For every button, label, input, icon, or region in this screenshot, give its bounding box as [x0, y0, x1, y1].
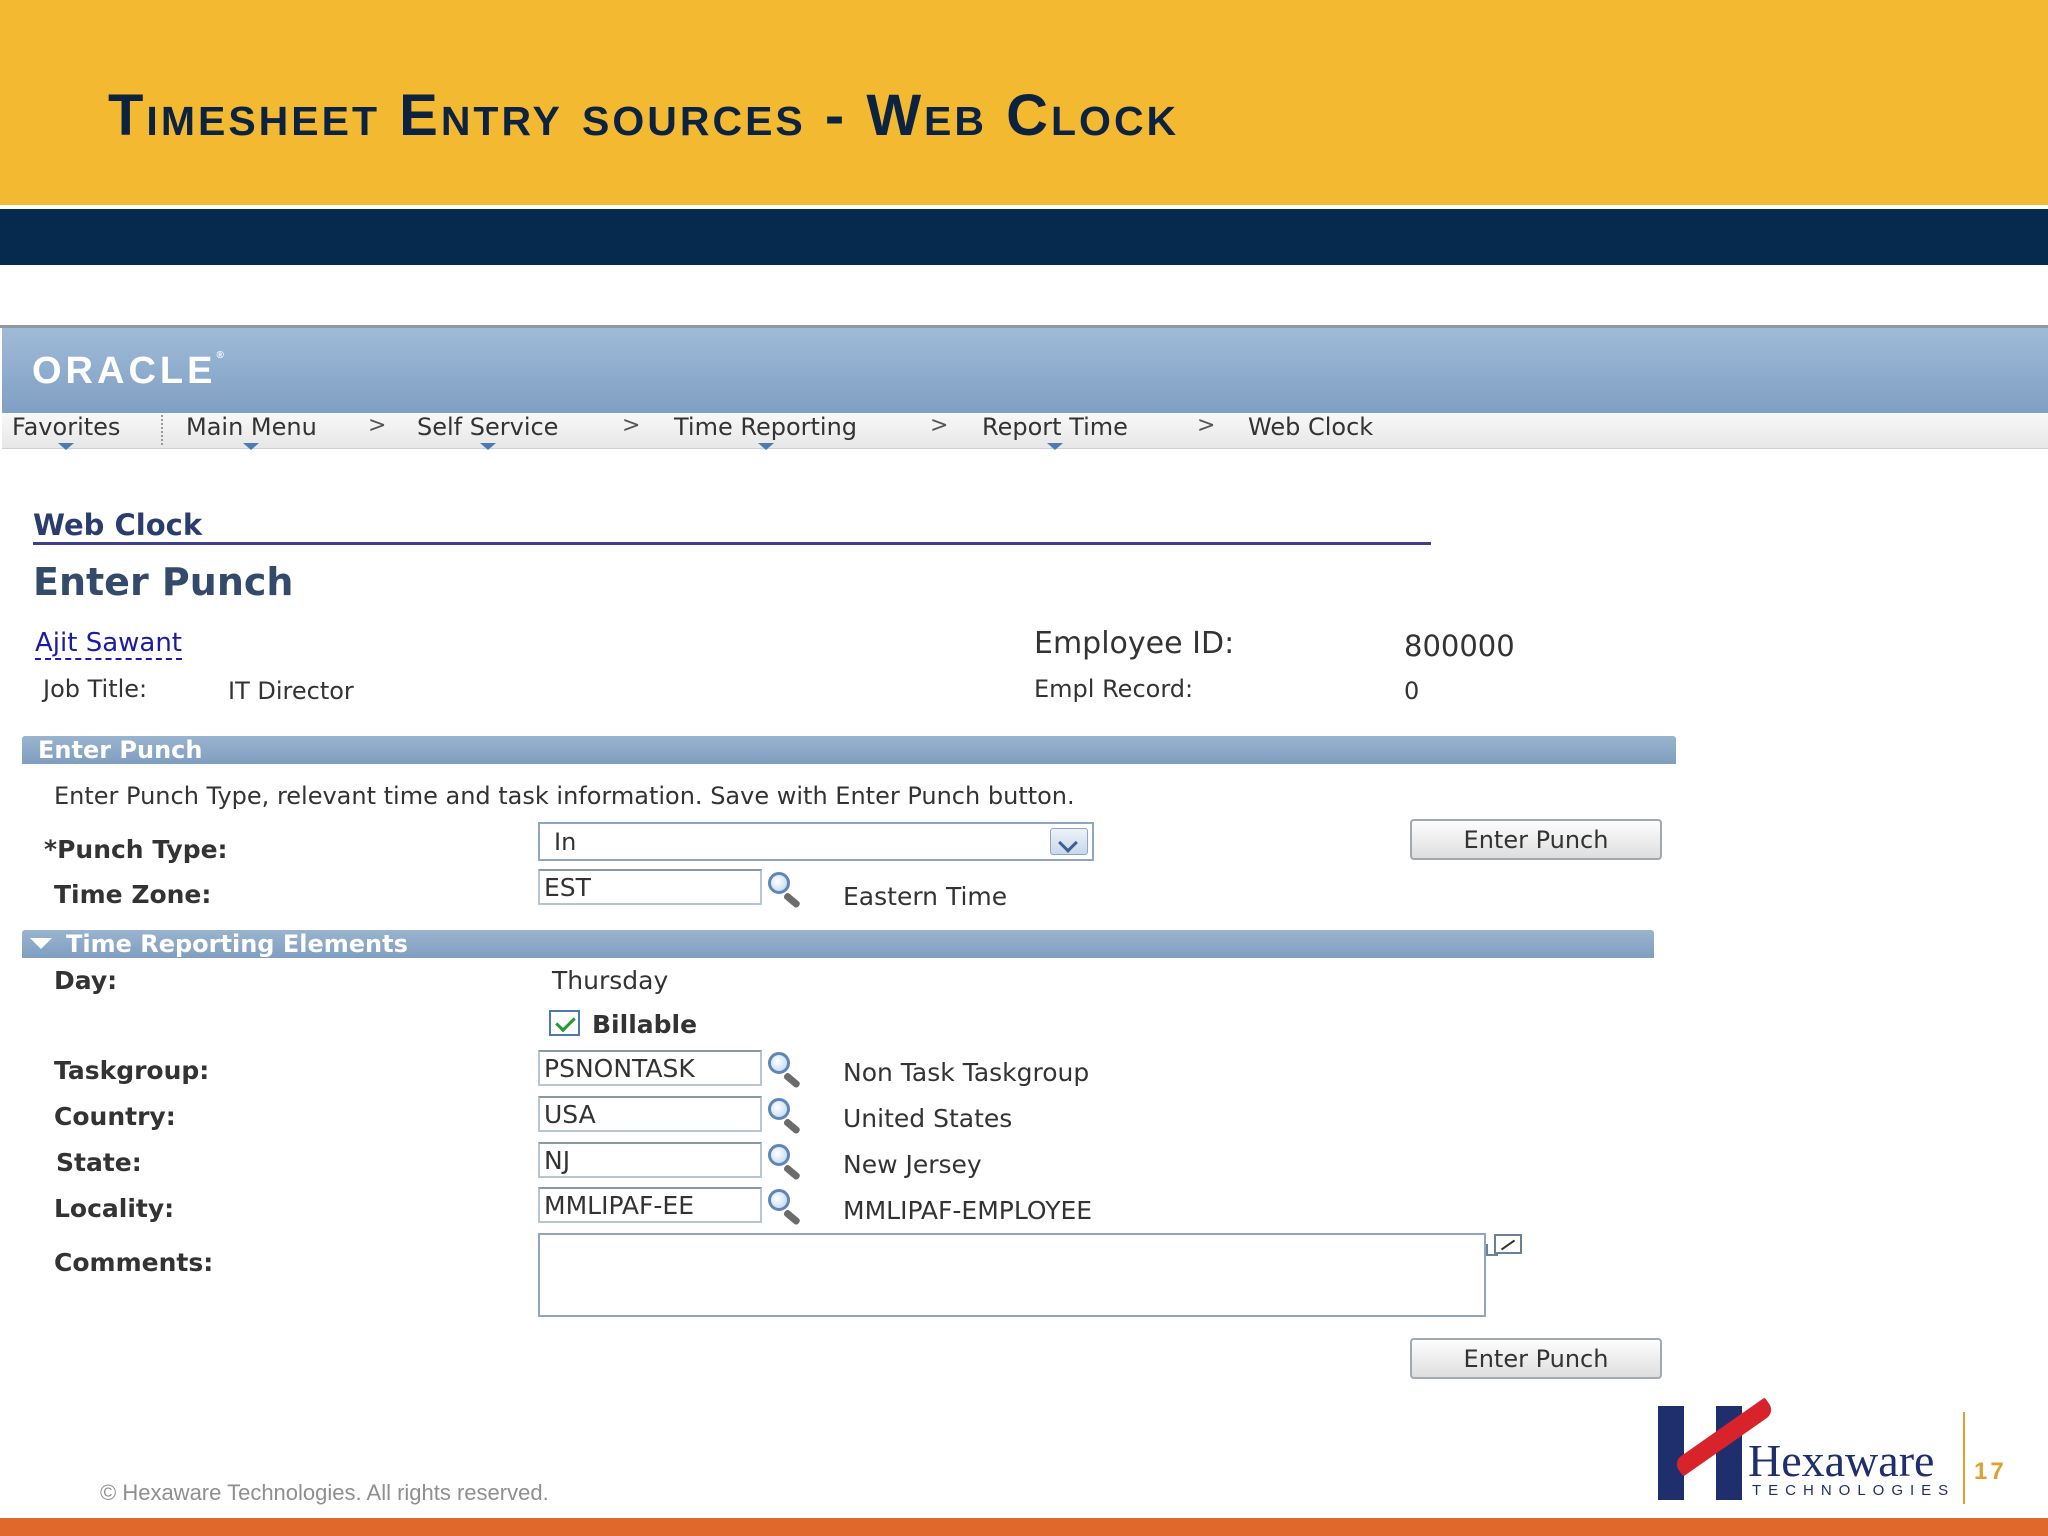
empl-record-value: 0	[1404, 677, 1420, 705]
billable-label: Billable	[592, 1010, 698, 1039]
employee-name-link[interactable]: Ajit Sawant	[35, 628, 182, 660]
job-title-value: IT Director	[228, 677, 354, 705]
chevron-down-icon	[757, 443, 774, 450]
day-label: Day:	[54, 966, 118, 995]
expand-icon[interactable]	[1486, 1234, 1524, 1256]
time-zone-description: Eastern Time	[843, 882, 1008, 911]
state-label: State:	[56, 1148, 142, 1177]
chevron-down-icon	[479, 443, 496, 450]
logo-divider	[1963, 1412, 1965, 1504]
country-label: Country:	[54, 1102, 176, 1131]
slide-title: Timesheet Entry sources - Web Clock	[108, 83, 1180, 148]
punch-type-label: *Punch Type:	[44, 835, 228, 864]
enter-punch-bottom-button[interactable]: Enter Punch	[1410, 1338, 1662, 1379]
lookup-icon[interactable]	[766, 1096, 806, 1135]
taskgroup-label: Taskgroup:	[54, 1056, 210, 1085]
chevron-down-icon	[243, 443, 260, 450]
nav-main-menu[interactable]: Main Menu	[186, 413, 317, 450]
lookup-icon[interactable]	[766, 1050, 806, 1089]
empl-record-label: Empl Record:	[1034, 675, 1194, 703]
state-input[interactable]: NJ	[538, 1142, 762, 1178]
locality-label: Locality:	[54, 1194, 175, 1223]
collapse-arrow-icon[interactable]	[30, 938, 52, 949]
lookup-icon[interactable]	[766, 870, 806, 909]
comments-label: Comments:	[54, 1248, 214, 1277]
hexaware-logo: Hexaware TECHNOLOGIES	[1658, 1397, 1968, 1504]
time-zone-input[interactable]: EST	[538, 869, 762, 905]
chevron-down-icon	[58, 443, 75, 450]
job-title-label: Job Title:	[43, 675, 148, 703]
chevron-down-icon[interactable]	[1050, 828, 1088, 855]
oracle-logo: ORACLE®	[32, 350, 224, 392]
page-number: 17	[1974, 1458, 2007, 1485]
page-breadcrumb: Web Clock	[33, 508, 203, 542]
slide-navy-band	[0, 209, 2048, 265]
taskgroup-description: Non Task Taskgroup	[843, 1058, 1090, 1087]
taskgroup-input[interactable]: PSNONTASK	[538, 1050, 762, 1086]
time-zone-label: Time Zone:	[54, 880, 212, 909]
employee-id-value: 800000	[1404, 629, 1515, 663]
enter-punch-section-title: Enter Punch	[38, 736, 203, 764]
lookup-icon[interactable]	[766, 1187, 806, 1226]
nav-time-reporting[interactable]: Time Reporting	[674, 413, 857, 450]
locality-input[interactable]: MMLIPAF-EE	[538, 1187, 762, 1223]
chevron-down-icon	[1046, 443, 1063, 450]
nav-separator: >	[622, 413, 641, 438]
comments-textarea[interactable]	[538, 1233, 1486, 1317]
day-value: Thursday	[552, 966, 669, 995]
state-description: New Jersey	[843, 1150, 982, 1179]
nav-report-time[interactable]: Report Time	[982, 413, 1128, 450]
footer-band	[0, 1518, 2048, 1536]
tre-section-title: Time Reporting Elements	[66, 930, 408, 958]
nav-separator: >	[930, 413, 949, 438]
copyright-text: © Hexaware Technologies. All rights rese…	[100, 1480, 549, 1505]
instructions-text: Enter Punch Type, relevant time and task…	[54, 782, 1075, 810]
employee-id-label: Employee ID:	[1034, 626, 1235, 661]
country-input[interactable]: USA	[538, 1096, 762, 1132]
nav-web-clock[interactable]: Web Clock	[1248, 413, 1373, 441]
lookup-icon[interactable]	[766, 1142, 806, 1181]
country-description: United States	[843, 1104, 1013, 1133]
nav-divider	[161, 415, 163, 445]
billable-checkbox[interactable]	[549, 1010, 580, 1036]
punch-type-select[interactable]: In	[538, 822, 1094, 861]
page-title: Enter Punch	[33, 560, 294, 604]
nav-self-service[interactable]: Self Service	[417, 413, 558, 450]
nav-separator: >	[368, 413, 387, 438]
oracle-header-bar	[2, 328, 2048, 413]
enter-punch-section-header	[22, 736, 1676, 764]
enter-punch-button[interactable]: Enter Punch	[1410, 819, 1662, 860]
breadcrumb-rule	[33, 542, 1431, 545]
locality-description: MMLIPAF-EMPLOYEE	[843, 1196, 1093, 1225]
nav-favorites[interactable]: Favorites	[12, 413, 120, 450]
nav-separator: >	[1197, 413, 1216, 438]
punch-type-value: In	[554, 828, 577, 856]
